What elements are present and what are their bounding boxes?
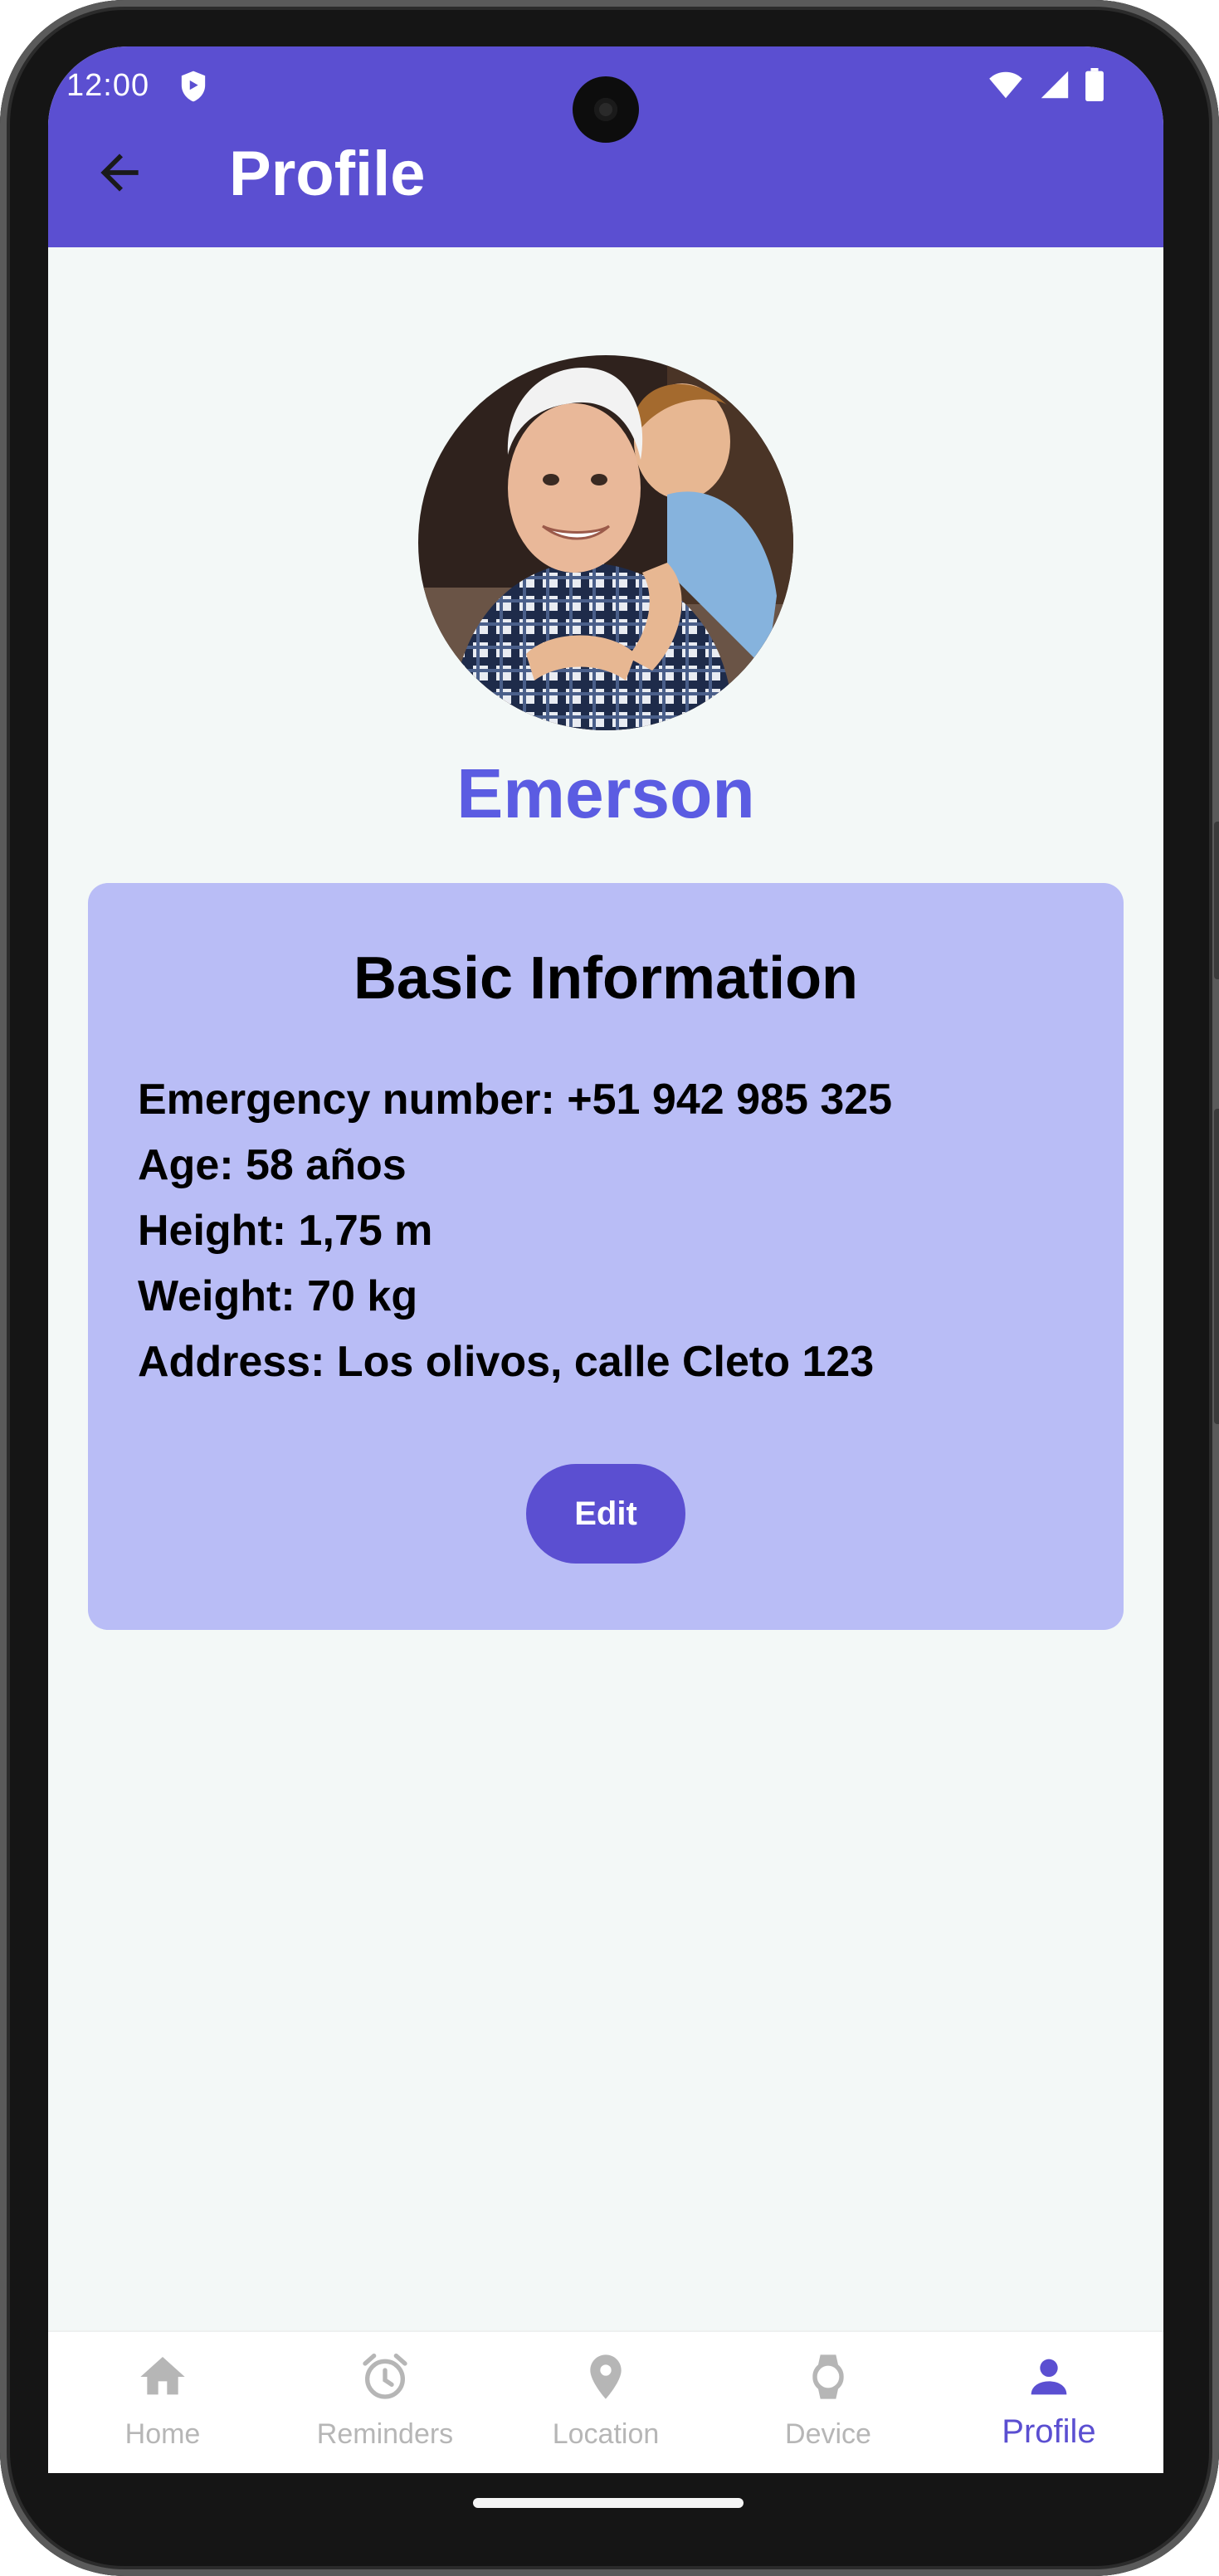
- volume-button: [1214, 822, 1219, 979]
- phone-frame: 12:00 Profile Emerson Basic Information …: [0, 0, 1219, 2576]
- status-icons: [987, 68, 1104, 110]
- screen: 12:00 Profile Emerson Basic Information …: [48, 46, 1163, 2473]
- info-weight: Weight: 70 kg: [138, 1272, 418, 1320]
- info-list: Emergency number: +51 942 985 325 Age: 5…: [138, 1067, 892, 1395]
- shield-icon: [179, 70, 207, 111]
- nav-item-profile[interactable]: Profile: [938, 2332, 1160, 2473]
- home-icon: [140, 2357, 185, 2395]
- nav-item-home[interactable]: Home: [51, 2332, 274, 2473]
- nav-item-location[interactable]: Location: [495, 2332, 717, 2473]
- nav-label-reminders: Reminders: [316, 2418, 454, 2450]
- location-pin-icon: [590, 2354, 622, 2399]
- info-age: Age: 58 años: [138, 1141, 407, 1189]
- nav-label-home: Home: [124, 2418, 201, 2450]
- bottom-navigation: Home Reminders Location Device Profile: [48, 2330, 1163, 2473]
- battery-icon: [1085, 68, 1104, 110]
- profile-avatar: [418, 355, 793, 730]
- info-emergency-number: Emergency number: +51 942 985 325: [138, 1076, 893, 1124]
- card-title: Basic Information: [353, 945, 859, 1012]
- wifi-icon: [987, 70, 1024, 108]
- power-button: [1214, 1109, 1219, 1424]
- arrow-back-icon: [100, 154, 139, 192]
- profile-name: Emerson: [456, 754, 755, 832]
- alarm-icon: [363, 2354, 407, 2399]
- nav-item-device[interactable]: Device: [717, 2332, 939, 2473]
- nav-label-device: Device: [785, 2418, 871, 2450]
- person-icon: [1031, 2359, 1067, 2395]
- status-time: 12:00: [66, 68, 150, 103]
- page-title: Profile: [229, 139, 426, 209]
- app-bar: 12:00 Profile: [48, 46, 1163, 247]
- cellular-signal-icon: [1039, 70, 1070, 108]
- edit-button[interactable]: Edit: [526, 1464, 685, 1564]
- info-height: Height: 1,75 m: [138, 1207, 433, 1255]
- home-gesture-bar[interactable]: [473, 2498, 744, 2508]
- info-address: Address: Los olivos, calle Cleto 123: [138, 1338, 875, 1386]
- nav-label-profile: Profile: [1002, 2413, 1096, 2450]
- basic-information-card: Basic Information Emergency number: +51 …: [88, 883, 1124, 1630]
- watch-icon: [812, 2354, 844, 2399]
- front-camera: [573, 76, 639, 143]
- nav-item-reminders[interactable]: Reminders: [274, 2332, 496, 2473]
- nav-label-location: Location: [552, 2418, 660, 2450]
- back-button[interactable]: [91, 144, 148, 201]
